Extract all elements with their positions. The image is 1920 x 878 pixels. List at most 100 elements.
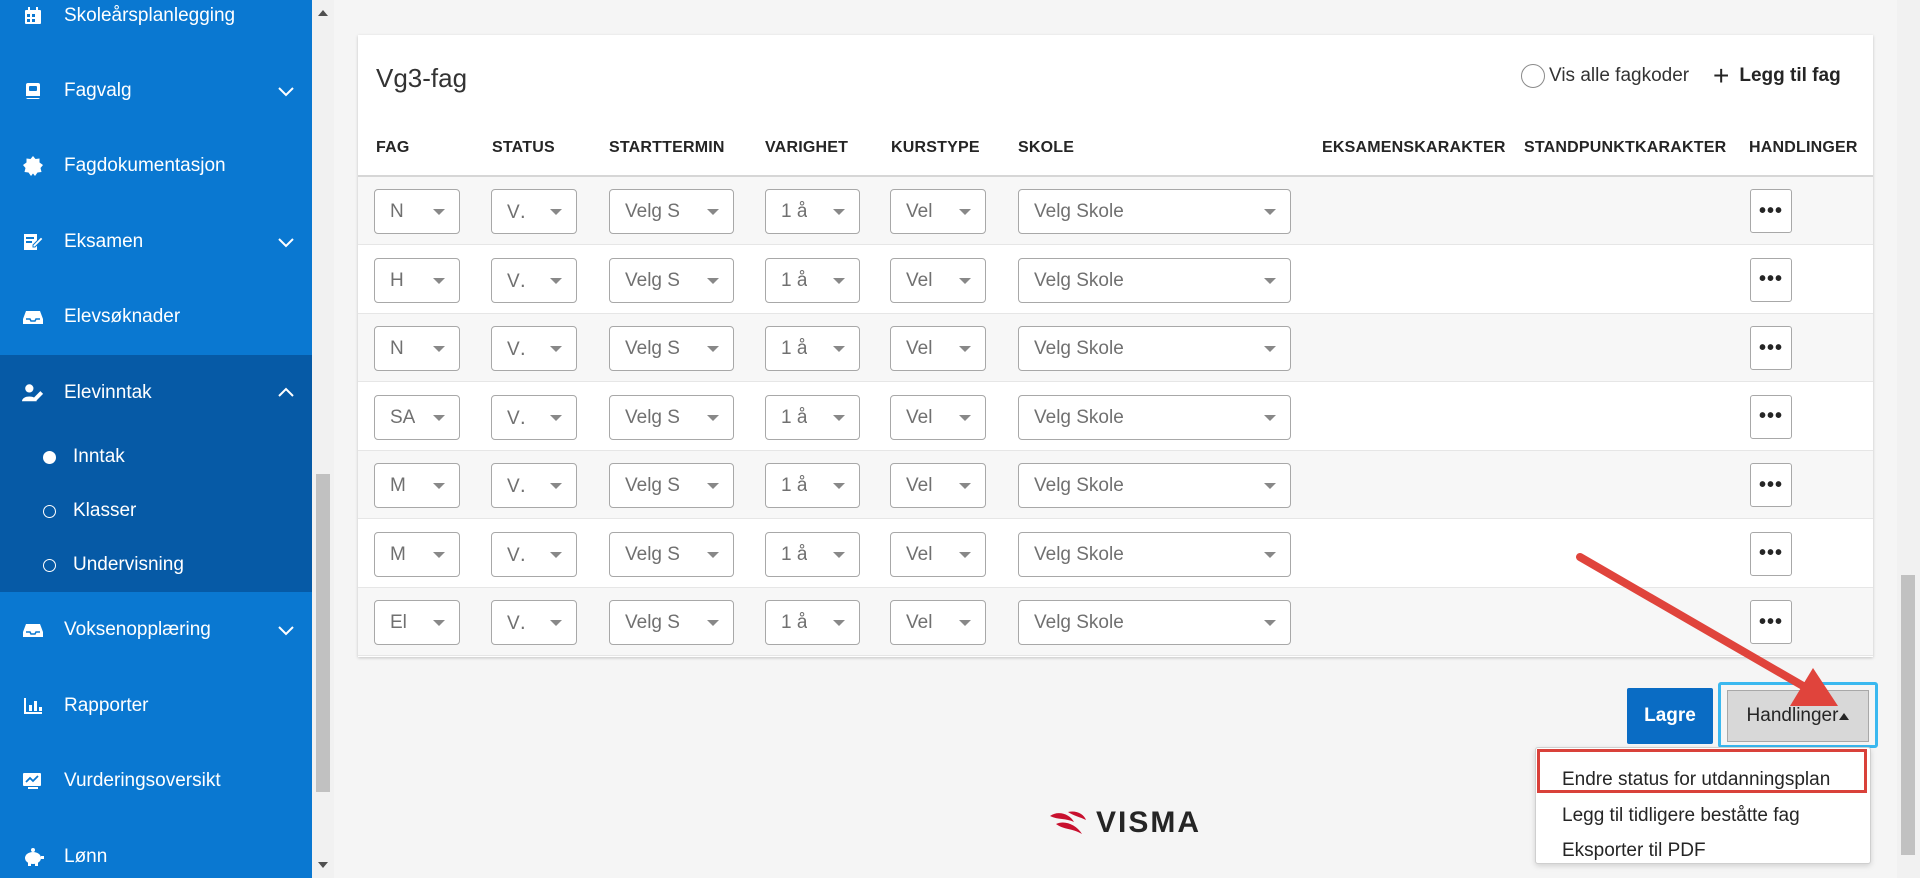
chevron-down-icon <box>278 626 294 636</box>
row-actions-button[interactable]: ••• <box>1750 531 1792 576</box>
main-scrollbar[interactable] <box>1897 0 1920 878</box>
starttermin-select[interactable]: Velg S <box>609 257 734 303</box>
status-select[interactable]: V․ <box>491 394 577 440</box>
sidebar-item-fagvalg[interactable]: Fagvalg <box>0 53 312 129</box>
status-select[interactable]: V․ <box>491 326 577 371</box>
sidebar-subitem-undervisning[interactable]: Undervisning <box>0 538 312 592</box>
sidebar-item-label: Lønn <box>64 846 108 867</box>
fag-select[interactable]: SA <box>374 394 460 440</box>
fag-select[interactable]: N <box>374 189 460 234</box>
sidebar-item-label: Elevsøknader <box>64 306 181 327</box>
kurstype-select-value: Vel <box>906 612 933 633</box>
fag-select-value: H <box>390 269 404 291</box>
checkbox-icon[interactable] <box>1521 64 1545 88</box>
bullet-outline-icon <box>43 504 56 518</box>
sidebar-subitem-inntak[interactable]: Inntak <box>0 430 312 484</box>
scrollbar-thumb[interactable] <box>1901 575 1915 855</box>
caret-down-icon <box>1264 209 1276 215</box>
status-select[interactable]: V․ <box>491 600 577 645</box>
scroll-down-icon[interactable] <box>318 862 328 868</box>
scrollbar-thumb[interactable] <box>316 474 330 792</box>
sidebar-item-rapporter[interactable]: Rapporter <box>0 668 312 744</box>
school-select[interactable]: Velg Skole <box>1018 600 1291 645</box>
kurstype-select[interactable]: Vel <box>890 531 986 577</box>
kurstype-select-value: Vel <box>906 269 933 291</box>
actions-dropdown-button[interactable]: Handlinger <box>1727 690 1869 742</box>
sidebar-item-label: Vurderingsoversikt <box>64 770 221 791</box>
save-button[interactable]: Lagre <box>1627 688 1713 744</box>
menu-item-export-pdf[interactable]: Eksporter til PDF <box>1562 840 1706 862</box>
starttermin-select[interactable]: Velg S <box>609 189 734 234</box>
school-select[interactable]: Velg Skole <box>1018 257 1291 303</box>
caret-down-icon <box>833 277 845 284</box>
starttermin-select[interactable]: Velg S <box>609 463 734 508</box>
caret-down-icon <box>550 277 562 284</box>
caret-down-icon <box>550 483 562 489</box>
sidebar-item-elevinntak[interactable]: Elevinntak <box>0 355 312 431</box>
sidebar-item-voksenopplaring[interactable]: Voksenopplæring <box>0 592 312 668</box>
starttermin-select[interactable]: Velg S <box>609 531 734 577</box>
varighet-select[interactable]: 1 å <box>765 463 860 508</box>
school-select[interactable]: Velg Skole <box>1018 326 1291 371</box>
caret-down-icon <box>707 551 719 558</box>
caret-down-icon <box>550 551 562 558</box>
starttermin-select[interactable]: Velg S <box>609 600 734 645</box>
fag-select[interactable]: El <box>374 600 460 645</box>
row-actions-button[interactable]: ••• <box>1750 600 1792 644</box>
sidebar-item-fagdokumentasjon[interactable]: Fagdokumentasjon <box>0 128 312 204</box>
fag-select[interactable]: M <box>374 463 460 508</box>
sidebar-scrollbar[interactable] <box>312 0 334 878</box>
scroll-up-icon[interactable] <box>318 10 328 16</box>
varighet-select-value: 1 å <box>781 543 808 565</box>
school-select[interactable]: Velg Skole <box>1018 189 1291 234</box>
varighet-select[interactable]: 1 å <box>765 600 860 645</box>
sidebar-item-skolearsplanlegging[interactable]: Skoleårsplanlegging <box>0 0 312 54</box>
add-subject-button[interactable]: + Legg til fag <box>1713 62 1841 90</box>
more-dots-icon: ••• <box>1758 610 1783 633</box>
varighet-select[interactable]: 1 å <box>765 326 860 371</box>
status-select[interactable]: V․ <box>491 463 577 508</box>
starttermin-select-value: Velg S <box>625 475 680 496</box>
sidebar-item-elevsoknader[interactable]: Elevsøknader <box>0 279 312 355</box>
sidebar-item-label: Elevinntak <box>64 382 152 403</box>
more-dots-icon: ••• <box>1758 268 1783 290</box>
sidebar-item-vurderingsoversikt[interactable]: Vurderingsoversikt <box>0 743 312 819</box>
varighet-select[interactable]: 1 å <box>765 189 860 234</box>
piggy-bank-icon <box>22 846 44 868</box>
status-select[interactable]: V․ <box>491 257 577 303</box>
kurstype-select[interactable]: Vel <box>890 463 986 508</box>
row-actions-button[interactable]: ••• <box>1750 189 1792 233</box>
fag-select[interactable]: N <box>374 326 460 371</box>
kurstype-select[interactable]: Vel <box>890 394 986 440</box>
fag-select[interactable]: H <box>374 257 460 303</box>
kurstype-select[interactable]: Vel <box>890 600 986 645</box>
varighet-select[interactable]: 1 å <box>765 394 860 440</box>
row-actions-button[interactable]: ••• <box>1750 463 1792 507</box>
kurstype-select[interactable]: Vel <box>890 189 986 234</box>
menu-item-add-previous-subjects[interactable]: Legg til tidligere beståtte fag <box>1562 805 1800 827</box>
row-actions-button[interactable]: ••• <box>1750 394 1792 439</box>
starttermin-select[interactable]: Velg S <box>609 394 734 440</box>
fag-select[interactable]: M <box>374 531 460 577</box>
sidebar-item-eksamen[interactable]: Eksamen <box>0 204 312 280</box>
sidebar-subitem-klasser[interactable]: Klasser <box>0 484 312 538</box>
row-actions-button[interactable]: ••• <box>1750 326 1792 370</box>
calendar-icon <box>22 5 44 27</box>
bar-chart-icon <box>22 695 44 717</box>
status-select[interactable]: V․ <box>491 531 577 577</box>
varighet-select[interactable]: 1 å <box>765 531 860 577</box>
row-actions-button[interactable]: ••• <box>1750 257 1792 302</box>
school-select[interactable]: Velg Skole <box>1018 463 1291 508</box>
school-select[interactable]: Velg Skole <box>1018 531 1291 577</box>
school-select[interactable]: Velg Skole <box>1018 394 1291 440</box>
show-all-codes-checkbox[interactable]: Vis alle fagkoder <box>1521 64 1689 88</box>
school-select-value: Velg Skole <box>1034 406 1124 428</box>
starttermin-select[interactable]: Velg S <box>609 326 734 371</box>
varighet-select[interactable]: 1 å <box>765 257 860 303</box>
edit-doc-icon <box>22 231 44 253</box>
status-select[interactable]: V․ <box>491 189 577 234</box>
kurstype-select[interactable]: Vel <box>890 326 986 371</box>
school-select-value: Velg Skole <box>1034 201 1124 222</box>
sidebar-item-lonn[interactable]: Lønn <box>0 819 312 878</box>
kurstype-select[interactable]: Vel <box>890 257 986 303</box>
